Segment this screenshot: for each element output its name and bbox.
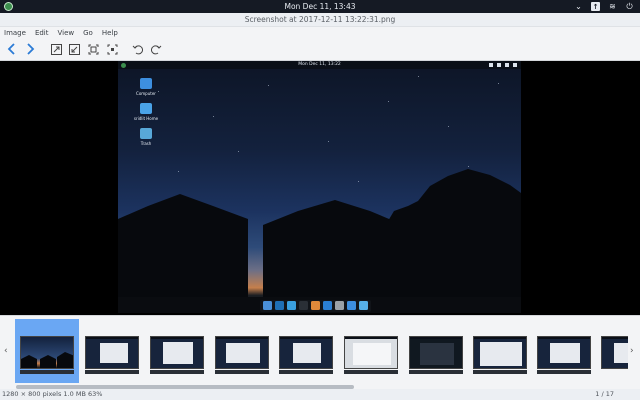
menu-help[interactable]: Help [102, 27, 118, 39]
power-icon[interactable]: ⏻ [625, 2, 634, 11]
thumbnail-2[interactable] [80, 319, 144, 383]
menu-go[interactable]: Go [83, 27, 93, 39]
thumbnail-3[interactable] [145, 319, 209, 383]
thumbnail-4[interactable] [210, 319, 274, 383]
menu-edit[interactable]: Edit [35, 27, 49, 39]
image-viewer-screen: Mon Dec 11, 13:43 ⌄ ↑ ≋ ⏻ Screenshot at … [0, 0, 640, 400]
actual-size-icon[interactable] [105, 42, 119, 56]
thumbnail-1[interactable] [15, 319, 79, 383]
rotate-right-icon[interactable] [149, 42, 163, 56]
system-clock[interactable]: Mon Dec 11, 13:43 [0, 1, 640, 12]
filmstrip-right-arrow-icon[interactable]: › [630, 346, 634, 356]
thumbnail-8[interactable] [468, 319, 532, 383]
thumbnail-filmstrip: ‹ › [0, 315, 640, 389]
filmstrip-left-arrow-icon[interactable]: ‹ [4, 346, 8, 356]
thumbnail-9[interactable] [532, 319, 596, 383]
menu-image[interactable]: Image [4, 27, 26, 39]
menu-view[interactable]: View [58, 27, 75, 39]
thumbnail-10[interactable] [596, 319, 628, 383]
window-title: Screenshot at 2017-12-11 13:22:31.png [0, 13, 640, 27]
zoom-in-icon[interactable] [49, 42, 63, 56]
status-bar: 1280 × 800 pixels 1.0 MB 63% 1 / 17 [0, 389, 640, 400]
back-arrow-icon[interactable] [5, 42, 19, 56]
system-tray: ⌄ ↑ ≋ ⏻ [574, 1, 634, 12]
zoom-out-icon[interactable] [67, 42, 81, 56]
fit-window-icon[interactable] [86, 42, 100, 56]
image-canvas[interactable]: Mon Dec 11, 13:22 Computer sridlit Home … [0, 61, 640, 315]
toolbar [0, 39, 640, 61]
thumbnail-6[interactable] [339, 319, 403, 383]
thumbnail-5[interactable] [274, 319, 338, 383]
inner-dock [260, 300, 371, 312]
silos-silhouette [118, 169, 521, 313]
forward-arrow-icon[interactable] [23, 42, 37, 56]
wifi-icon[interactable]: ≋ [608, 2, 617, 11]
rotate-left-icon[interactable] [130, 42, 144, 56]
menu-bar: Image Edit View Go Help [0, 27, 640, 39]
thumbnail-7[interactable] [404, 319, 468, 383]
displayed-screenshot: Mon Dec 11, 13:22 Computer sridlit Home … [118, 61, 521, 313]
system-top-panel: Mon Dec 11, 13:43 ⌄ ↑ ≋ ⏻ [0, 0, 640, 13]
update-badge-icon[interactable]: ↑ [591, 2, 600, 11]
chevron-down-icon[interactable]: ⌄ [574, 2, 583, 11]
image-counter: 1 / 17 [595, 390, 614, 398]
image-info: 1280 × 800 pixels 1.0 MB 63% [2, 390, 103, 398]
